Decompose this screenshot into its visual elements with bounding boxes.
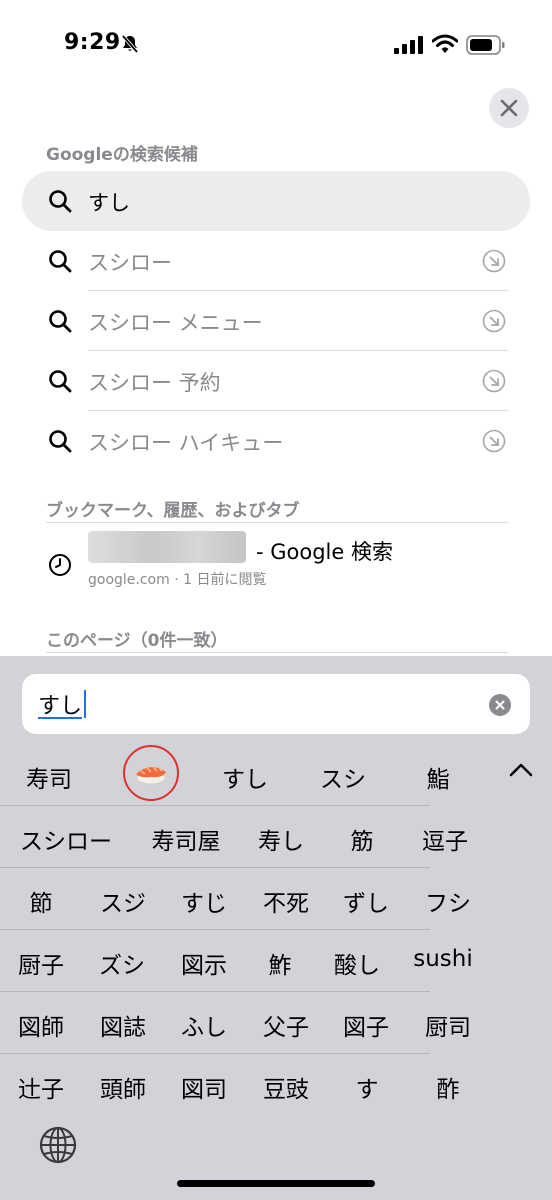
suggestion-row[interactable]: すし	[22, 171, 530, 231]
candidate-key[interactable]: 辻子	[18, 1070, 64, 1104]
clock-icon	[49, 554, 71, 576]
close-button[interactable]	[489, 88, 529, 128]
search-icon	[49, 310, 72, 333]
bookmarks-section-title: ブックマーク、履歴、およびタブ	[46, 501, 300, 521]
sushi-emoji-candidate[interactable]	[123, 745, 179, 801]
candidate-separator	[0, 1053, 430, 1054]
candidate-separator	[0, 867, 430, 868]
chevron-up-icon[interactable]	[508, 762, 534, 778]
candidate-key[interactable]: 図司	[181, 1070, 227, 1104]
candidate-separator	[0, 991, 430, 992]
candidate-key[interactable]: ふし	[181, 1008, 227, 1042]
candidate-key[interactable]: 図誌	[100, 1008, 146, 1042]
candidate-key[interactable]: 不死	[263, 884, 309, 918]
section-divider	[46, 522, 508, 523]
candidate-key[interactable]: ずし	[343, 884, 389, 918]
suggestions-section-title: Googleの検索候補	[46, 145, 198, 165]
history-title: - Google 検索	[256, 540, 393, 564]
candidate-key[interactable]: 筋	[351, 822, 374, 856]
suggestion-text: スシロー メニュー	[88, 311, 263, 335]
search-input-value: すし	[38, 694, 83, 719]
candidate-key[interactable]: 鮨	[427, 760, 450, 794]
suggestion-text: スシロー	[88, 251, 172, 275]
candidate-key[interactable]: 逗子	[422, 822, 468, 856]
close-icon	[500, 99, 518, 117]
arrow-up-left-icon[interactable]	[482, 429, 506, 453]
candidate-key[interactable]: すじ	[181, 884, 227, 918]
wifi-icon	[432, 34, 458, 53]
candidate-key[interactable]: 節	[30, 884, 53, 918]
suggestion-row[interactable]: スシロー	[22, 231, 530, 291]
clear-button[interactable]	[489, 694, 511, 716]
signal-icon	[394, 36, 423, 54]
search-icon	[49, 190, 72, 213]
candidate-key[interactable]: ズシ	[99, 946, 145, 980]
history-subtitle: google.com · 1 日前に閲覧	[88, 572, 267, 588]
clear-icon	[495, 700, 505, 710]
candidate-key[interactable]: 父子	[263, 1008, 309, 1042]
candidate-key[interactable]: 頭師	[100, 1070, 146, 1104]
battery-icon	[466, 35, 505, 55]
bell-slash-icon	[121, 34, 139, 54]
candidate-key[interactable]: 図子	[343, 1008, 389, 1042]
candidate-key[interactable]: 寿司	[26, 760, 72, 794]
candidate-key[interactable]: 厨子	[18, 946, 64, 980]
section-divider	[46, 652, 508, 653]
blurred-title	[88, 531, 246, 563]
suggestion-row[interactable]: スシロー ハイキュー	[22, 411, 530, 471]
candidate-key[interactable]: 寿司屋	[152, 822, 221, 856]
suggestion-text: スシロー ハイキュー	[88, 431, 284, 455]
status-bar: 9:29	[0, 0, 552, 90]
candidate-key[interactable]: 豆豉	[263, 1070, 309, 1104]
globe-icon[interactable]	[38, 1125, 78, 1165]
text-caret	[84, 690, 86, 718]
candidate-key[interactable]: sushi	[413, 946, 473, 972]
candidate-key[interactable]: スジ	[100, 884, 146, 918]
candidate-key[interactable]: 厨司	[425, 1008, 471, 1042]
this-page-section-title: このページ（0件一致）	[46, 631, 228, 651]
arrow-up-left-icon[interactable]	[482, 369, 506, 393]
arrow-up-left-icon[interactable]	[482, 249, 506, 273]
keyboard: すし	[0, 656, 552, 1200]
search-icon	[49, 370, 72, 393]
suggestion-text: スシロー 予約	[88, 371, 221, 395]
candidate-key[interactable]: フシ	[425, 884, 471, 918]
suggestion-text: すし	[88, 191, 130, 215]
candidate-key[interactable]: 鮓	[269, 946, 292, 980]
candidate-key[interactable]: スシ	[320, 760, 366, 794]
candidate-key[interactable]: 寿し	[258, 822, 304, 856]
sushi-emoji-icon	[136, 766, 166, 785]
search-icon	[49, 430, 72, 453]
candidate-separator	[0, 929, 430, 930]
search-input[interactable]: すし	[22, 674, 530, 734]
suggestion-row[interactable]: スシロー メニュー	[22, 291, 530, 351]
candidate-key[interactable]: す	[356, 1070, 379, 1104]
arrow-up-left-icon[interactable]	[482, 309, 506, 333]
search-icon	[49, 250, 72, 273]
candidate-key[interactable]: 図示	[181, 946, 227, 980]
status-time: 9:29	[64, 30, 121, 55]
candidate-key[interactable]: 酢	[437, 1070, 460, 1104]
suggestion-row[interactable]: スシロー 予約	[22, 351, 530, 411]
candidate-key[interactable]: 酸し	[334, 946, 380, 980]
candidate-separator	[0, 805, 430, 806]
candidate-key[interactable]: すし	[222, 760, 268, 794]
candidate-key[interactable]: スシロー	[20, 822, 112, 856]
home-indicator[interactable]	[177, 1180, 375, 1187]
candidate-key[interactable]: 図師	[18, 1008, 64, 1042]
